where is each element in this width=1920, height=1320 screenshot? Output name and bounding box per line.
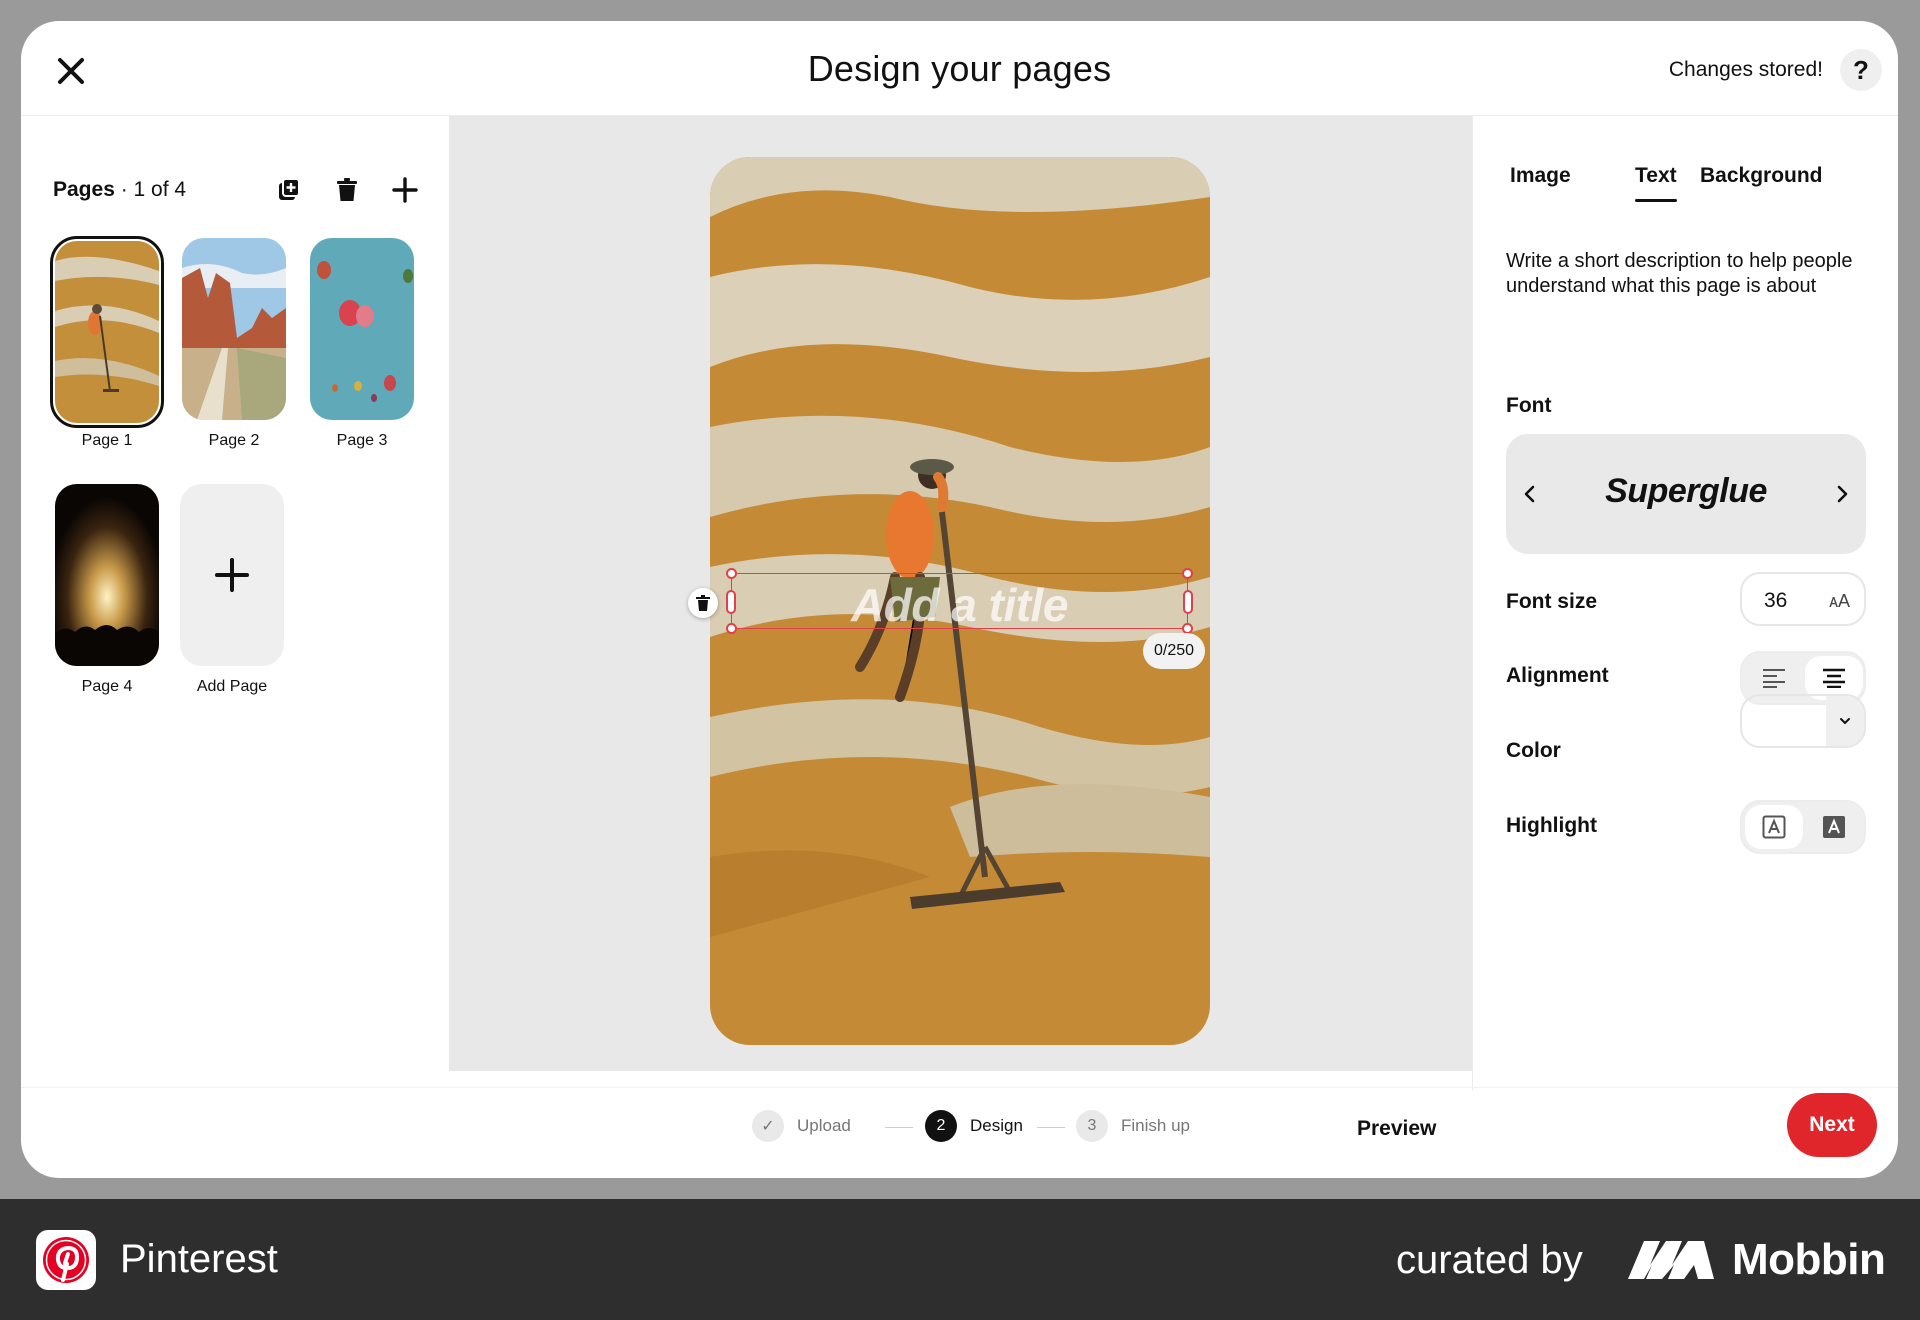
font-size-value[interactable]: 36 [1764,589,1787,613]
font-size-input[interactable]: 36 ᴀA [1740,572,1866,626]
pages-count: · 1 of 4 [120,178,187,201]
tab-text[interactable]: Text [1635,164,1677,202]
next-button[interactable]: Next [1787,1093,1877,1157]
text-outline-icon [1762,815,1786,839]
balloons-thumbnail [310,238,414,420]
resize-handle-right[interactable] [1183,590,1193,614]
brand-bar: Pinterest curated by Mobbin [0,1199,1920,1320]
trash-icon [337,178,357,201]
resize-handle-bottom-left[interactable] [726,623,737,634]
concert-thumbnail [55,484,159,666]
step-design-label: Design [970,1116,1023,1135]
align-center-icon [1823,668,1845,688]
pages-label: Pages [53,178,115,201]
color-picker[interactable] [1740,694,1866,748]
step-upload-label: Upload [797,1116,851,1135]
highlight-toggle [1740,800,1866,854]
page-thumbnail-2[interactable] [182,238,286,420]
add-page-plus-button[interactable] [387,172,423,208]
align-left-icon [1763,669,1785,688]
font-size-icon: ᴀA [1829,591,1850,611]
plus-icon [215,558,249,592]
pinterest-icon [43,1237,89,1283]
page-1-label: Page 1 [81,432,133,449]
alignment-label: Alignment [1506,664,1609,687]
step-connector [1037,1127,1065,1128]
font-picker: Superglue [1506,434,1866,554]
resize-handle-top-left[interactable] [726,568,737,579]
modal-header: Design your pages Changes stored! ? [21,21,1898,116]
step-design: 2 Design [925,1110,1023,1142]
mobbin-logo-icon [1628,1241,1714,1279]
chevron-right-icon [1837,485,1848,503]
delete-page-button[interactable] [329,172,365,208]
next-font-button[interactable] [1824,476,1860,512]
highlight-filled-button[interactable] [1805,805,1863,849]
duplicate-page-button[interactable] [271,172,307,208]
app-name: Pinterest [120,1237,278,1281]
font-name: Superglue [1605,472,1767,510]
resize-handle-left[interactable] [726,590,736,614]
font-size-label: Font size [1506,590,1598,613]
editor-canvas: Add a title 0/250 [449,116,1472,1071]
character-count: 0/250 [1143,633,1206,669]
highlight-label: Highlight [1506,814,1597,837]
chevron-down-icon [1840,718,1850,725]
footer-divider [21,1087,1898,1088]
delete-textbox-button[interactable] [688,588,718,618]
resize-handle-top-right[interactable] [1182,568,1193,579]
page-thumbnail-3[interactable] [310,238,414,420]
pinterest-logo [36,1230,96,1290]
page-thumbnail-4[interactable] [55,484,159,666]
highlight-outline-button[interactable] [1745,805,1803,849]
add-page-tile[interactable] [180,484,284,666]
curator-name: Mobbin [1732,1235,1886,1284]
check-icon: ✓ [752,1110,784,1142]
page-title: Design your pages [807,48,1112,89]
settings-panel: Image Text Background Write a short desc… [1472,116,1898,1091]
text-filled-icon [1823,816,1845,838]
font-label: Font [1506,394,1552,417]
plus-icon [392,177,418,203]
page-2-label: Page 2 [208,432,260,449]
save-status: Changes stored! [1668,58,1823,81]
preview-button[interactable]: Preview [1347,1111,1446,1147]
tab-background[interactable]: Background [1700,164,1823,188]
rice-worker-thumbnail [55,241,159,423]
canyon-road-thumbnail [182,238,286,420]
page-thumbnail-1[interactable] [50,236,164,428]
duplicate-icon [279,178,300,200]
text-tab-description: Write a short description to help people… [1506,250,1853,297]
step-finish: 3 Finish up [1076,1110,1190,1142]
trash-icon [696,595,710,611]
step-design-number: 2 [925,1110,957,1142]
help-button[interactable]: ? [1840,49,1882,91]
design-modal: Design your pages Changes stored! ? Page… [21,21,1898,1178]
tab-image[interactable]: Image [1510,164,1571,188]
curated-by-text: curated by [1396,1238,1583,1282]
title-placeholder[interactable]: Add a title [732,578,1187,632]
add-page-label: Add Page [196,678,268,695]
color-dropdown[interactable] [1826,696,1864,746]
step-finish-number: 3 [1076,1110,1108,1142]
color-label: Color [1506,739,1561,762]
pages-panel: Pages · 1 of 4 Page 1 Page 2 Page 3 Page… [21,116,449,1091]
pages-counter: Pages · 1 of 4 [53,178,186,202]
title-textbox[interactable]: Add a title [726,568,1193,634]
step-upload: ✓ Upload [752,1110,851,1142]
step-finish-label: Finish up [1121,1116,1190,1135]
page-4-label: Page 4 [81,678,133,695]
page-3-label: Page 3 [336,432,388,449]
step-connector [885,1127,913,1128]
